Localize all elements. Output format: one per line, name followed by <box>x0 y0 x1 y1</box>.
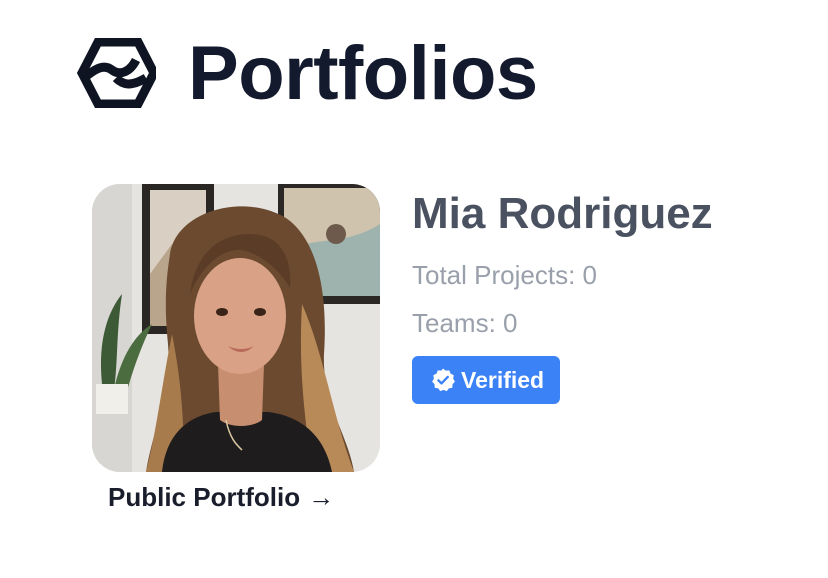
hexagon-logo-icon <box>76 38 156 108</box>
profile-name: Mia Rodriguez <box>412 189 713 238</box>
avatar-photo <box>92 184 380 472</box>
public-portfolio-label: Public Portfolio <box>108 482 301 512</box>
portfolios-page: Portfolios Public Portfolio → Mia Rodrig… <box>0 0 828 578</box>
teams-count: Teams: 0 <box>412 308 518 338</box>
verified-badge: Verified <box>412 356 561 404</box>
total-projects: Total Projects: 0 <box>412 260 597 290</box>
verified-check-icon <box>432 368 455 392</box>
arrow-right-icon: → <box>308 482 335 512</box>
public-portfolio-link[interactable]: Public Portfolio → <box>108 482 334 513</box>
page-title: Portfolios <box>188 31 538 116</box>
verified-label: Verified <box>461 366 545 393</box>
page-header: Portfolios <box>76 34 538 112</box>
avatar <box>92 184 380 472</box>
profile-info: Mia Rodriguez Total Projects: 0 Teams: 0… <box>412 192 713 404</box>
